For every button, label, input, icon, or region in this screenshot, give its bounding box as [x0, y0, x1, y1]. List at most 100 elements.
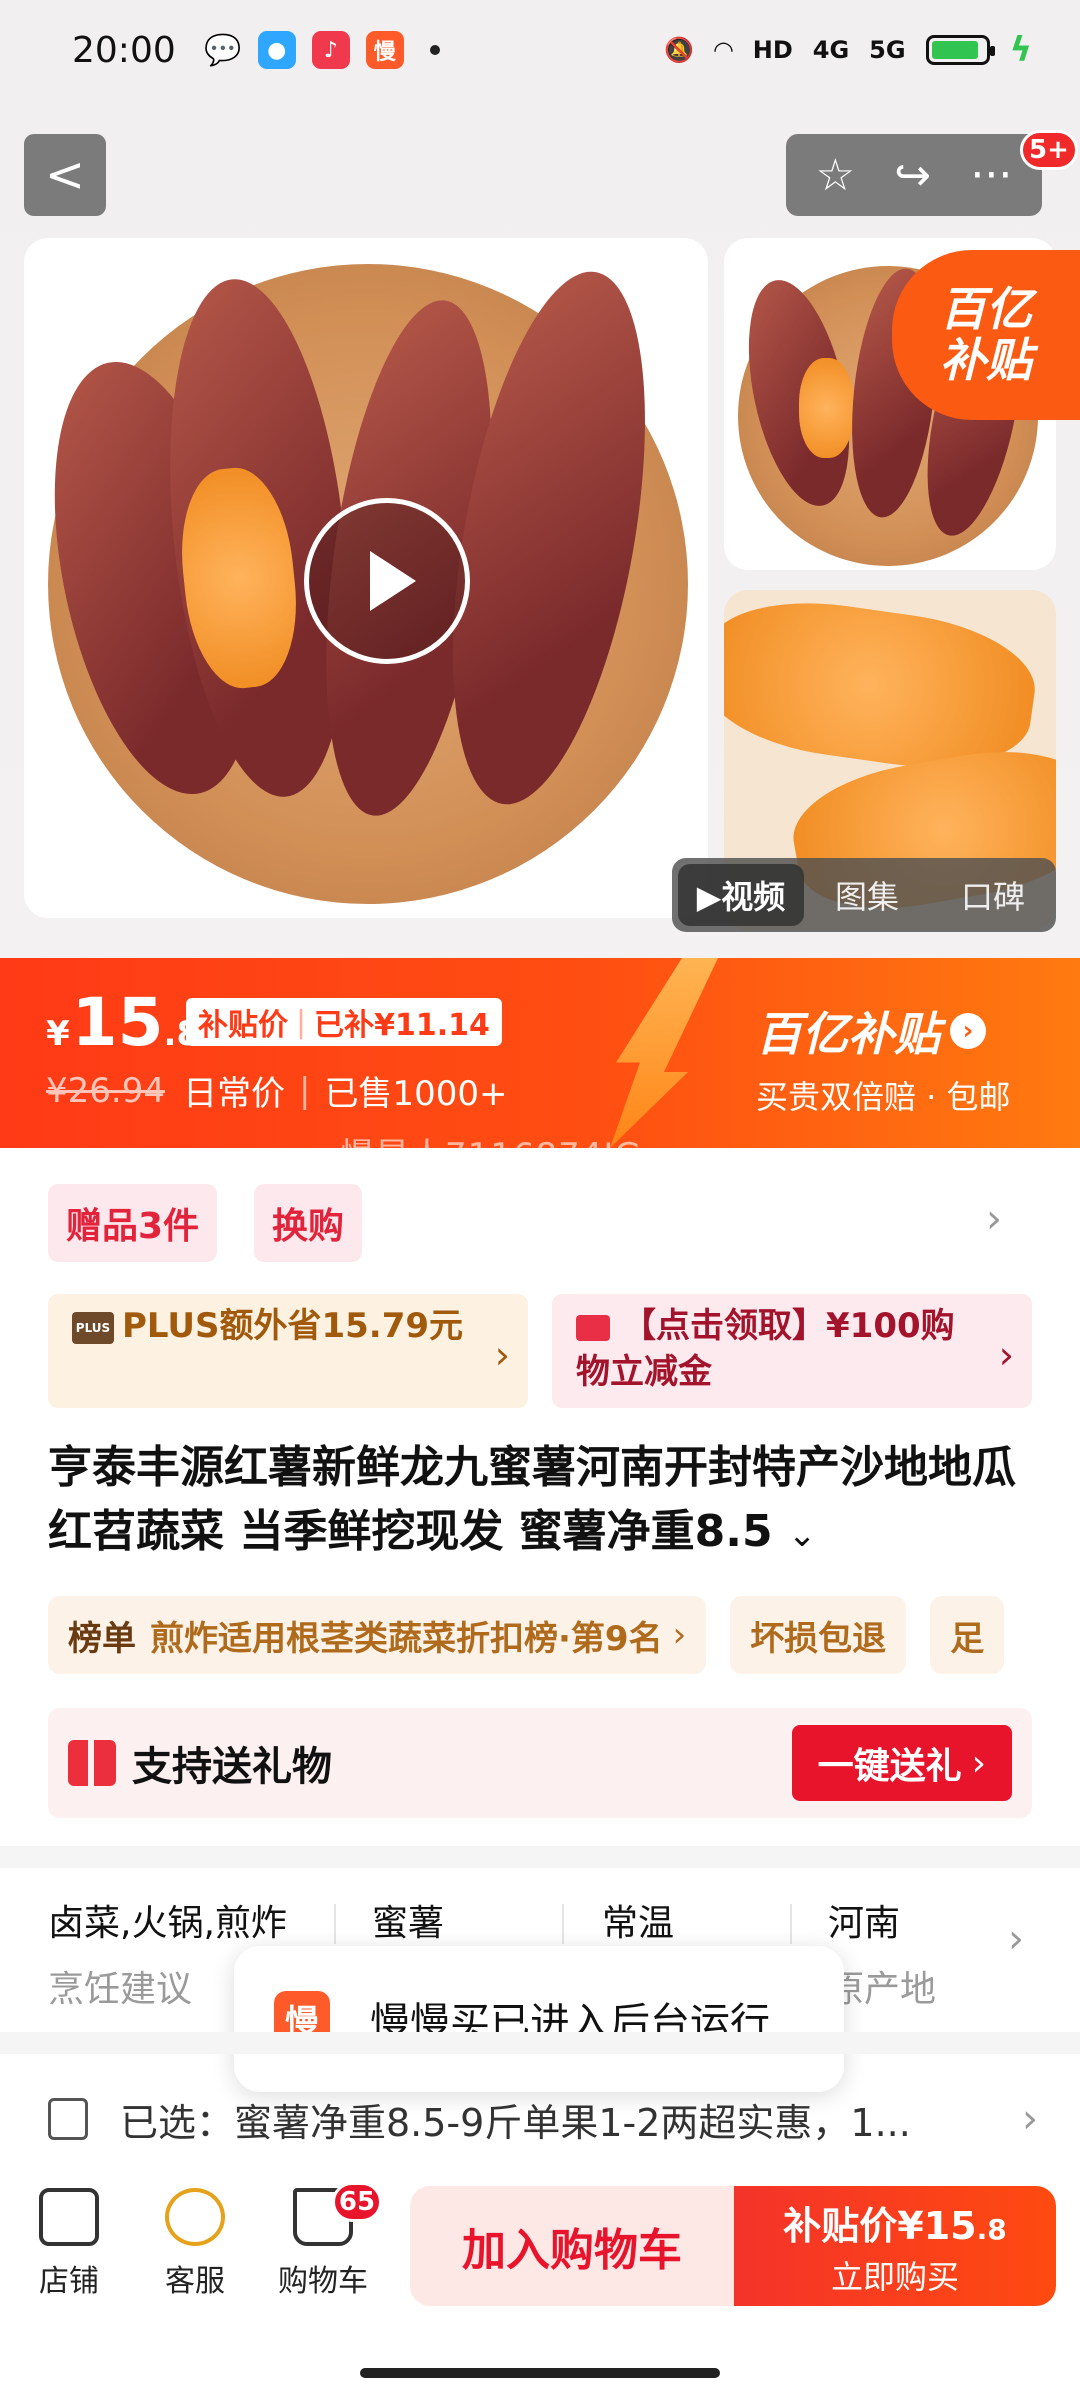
extra-chip[interactable]: 足	[930, 1596, 1005, 1674]
charging-icon: ϟ	[1009, 30, 1032, 70]
attribute-value: 卤菜,火锅,煎炸	[48, 1903, 287, 1944]
buy-price-value: ¥15	[897, 2203, 977, 2248]
selected-spec-row[interactable]: 已选：蜜薯净重8.5-9斤单果1-2两超实惠，1... ›	[48, 2078, 1038, 2160]
watermark: 慢星人7116874JG	[340, 1136, 642, 1176]
buy-now-button[interactable]: 补贴价¥15.8 立即购买	[734, 2186, 1056, 2306]
daily-price-label: 日常价	[182, 1074, 285, 1114]
status-time: 20:00	[72, 29, 176, 71]
product-title[interactable]: 亨泰丰源红薯新鲜龙九蜜薯河南开封特产沙地地瓜红苕蔬菜 当季鲜挖现发 蜜薯净重8.…	[48, 1436, 1028, 1564]
price-integer: 15	[71, 984, 164, 1061]
coupon-text: 【点击领取】¥100购物立减金	[576, 1306, 955, 1392]
shop-icon	[39, 2188, 99, 2246]
chevron-right-icon: ›	[950, 1013, 986, 1049]
buy-price: 补贴价¥15.8	[783, 2195, 1006, 2250]
section-divider	[0, 2032, 1080, 2054]
send-gift-label: 一键送礼	[817, 1746, 962, 1787]
chevron-right-icon[interactable]: ›	[986, 1196, 1002, 1242]
price: ¥ 15 .8	[46, 984, 200, 1061]
corner-badge-line1: 百亿	[940, 282, 1032, 337]
more-icon[interactable]: ···	[970, 150, 1012, 201]
ranking-chip[interactable]: 榜单 煎炸适用根茎类蔬菜折扣榜·第9名 ›	[48, 1596, 707, 1674]
tab-reviews[interactable]: 口碑	[930, 872, 1056, 918]
more-notifications-dot	[429, 45, 440, 55]
home-indicator[interactable]	[360, 2368, 720, 2378]
tab-gallery[interactable]: 图集	[804, 872, 930, 918]
subsidy-corner-badge: 百亿 补贴	[892, 250, 1080, 420]
notification-icons: 💬 ● ♪ 慢	[204, 31, 440, 69]
attribute-value: 河南	[828, 1903, 901, 1944]
hd-label: HD	[752, 36, 793, 64]
status-right: 🔕 ◠ HD 4G 5G ϟ	[664, 30, 1032, 70]
top-actions: ☆ ↪ ···	[786, 134, 1042, 216]
attribute-item: 河南 原产地	[828, 1894, 936, 2012]
chevron-right-icon: ›	[971, 1742, 986, 1784]
buy-price-decimal: .8	[976, 2212, 1007, 2246]
gift-promo[interactable]: 赠品3件	[48, 1184, 218, 1262]
buy-now-label: 立即购买	[830, 2257, 959, 2296]
chevron-right-icon: ›	[1008, 1916, 1024, 1962]
brand-title: 百亿补贴 ›	[756, 998, 1056, 1064]
status-bar: 20:00 💬 ● ♪ 慢 🔕 ◠ HD 4G 5G ϟ	[0, 0, 1080, 100]
chevron-right-icon: ›	[672, 1615, 687, 1655]
cart-count-badge: 65	[332, 2182, 382, 2222]
signal-4g: 4G	[812, 36, 850, 64]
rank-label: 榜单	[68, 1618, 136, 1659]
gift-bar: 支持送礼物 一键送礼 ›	[48, 1708, 1032, 1818]
mute-icon: 🔕	[664, 36, 695, 64]
gift-icon	[68, 1740, 116, 1786]
send-gift-button[interactable]: 一键送礼 ›	[791, 1725, 1012, 1801]
product-title-text: 亨泰丰源红薯新鲜龙九蜜薯河南开封特产沙地地瓜红苕蔬菜 当季鲜挖现发 蜜薯净重8.…	[48, 1442, 1016, 1557]
coupon-card[interactable]: 【点击领取】¥100购物立减金 ›	[552, 1294, 1032, 1408]
damage-refund-chip[interactable]: 坏损包退	[730, 1596, 907, 1674]
service-button[interactable]: 客服	[140, 2188, 250, 2300]
selected-text: 已选：蜜薯净重8.5-9斤单果1-2两超实惠，1...	[120, 2100, 911, 2145]
chevron-right-icon: ›	[1022, 2096, 1038, 2142]
coupon-icon	[576, 1314, 610, 1341]
brand-name: 百亿补贴	[756, 1007, 940, 1061]
gift-text: 支持送礼物	[132, 1744, 332, 1790]
tab-video[interactable]: ▶视频	[678, 864, 804, 926]
chevron-right-icon: ›	[998, 1333, 1014, 1377]
subsidy-brand[interactable]: 百亿补贴 › 买贵双倍赔 · 包邮	[756, 998, 1056, 1118]
attribute-value: 常温	[602, 1903, 675, 1944]
price-banner: ¥ 15 .8 补贴价 | 已补¥11.14 ¥26.94 日常价 | 已售10…	[0, 958, 1080, 1148]
divider	[562, 1904, 564, 1944]
subsidy-amount: 已补¥11.14	[314, 1008, 490, 1043]
exchange-promo[interactable]: 换购	[254, 1184, 363, 1262]
play-icon	[370, 551, 416, 611]
price-row2: ¥26.94 日常价 | 已售1000+	[46, 1066, 507, 1115]
chevron-down-icon[interactable]: ⌄	[788, 1515, 817, 1555]
cart-button[interactable]: 购物车 65	[268, 2182, 382, 2300]
signal-5g: 5G	[869, 36, 906, 64]
manmanmai-icon: 慢	[365, 31, 404, 69]
background-toast: 慢 慢慢买已进入后台运行	[234, 1946, 844, 2092]
attribute-value: 蜜薯	[372, 1903, 445, 1944]
shop-button[interactable]: 店铺	[14, 2188, 124, 2300]
subsidy-tag: 补贴价 | 已补¥11.14	[186, 998, 502, 1046]
selected-check-icon	[48, 2098, 88, 2140]
play-video-button[interactable]	[304, 498, 470, 664]
rank-row: 榜单 煎炸适用根茎类蔬菜折扣榜·第9名 › 坏损包退 足	[48, 1596, 1005, 1674]
qq-icon: ●	[257, 31, 296, 69]
buy-price-label: 补贴价	[783, 2203, 898, 2248]
wechat-icon: 💬	[204, 32, 242, 68]
divider	[790, 1904, 792, 1944]
back-button[interactable]: <	[24, 134, 106, 216]
main-product-image[interactable]	[24, 238, 708, 918]
plus-icon: PLUS	[72, 1311, 114, 1344]
favorite-star-icon[interactable]: ☆	[816, 150, 855, 201]
share-icon[interactable]: ↪	[894, 150, 931, 201]
back-icon: <	[44, 147, 86, 203]
price-currency: ¥	[46, 1014, 70, 1054]
service-label: 客服	[165, 2264, 225, 2299]
corner-badge-line2: 补贴	[940, 333, 1032, 387]
music-icon: ♪	[311, 31, 350, 69]
rank-text: 煎炸适用根茎类蔬菜折扣榜·第9名	[150, 1618, 663, 1659]
shop-label: 店铺	[39, 2264, 99, 2299]
plus-savings-card[interactable]: PLUS PLUS额外省15.79元 ›	[48, 1294, 528, 1408]
add-to-cart-button[interactable]: 加入购物车	[410, 2186, 734, 2306]
divider: |	[296, 1004, 307, 1040]
section-divider	[0, 1846, 1080, 1868]
divider: |	[298, 1070, 311, 1111]
wifi-icon: ◠	[714, 36, 733, 64]
